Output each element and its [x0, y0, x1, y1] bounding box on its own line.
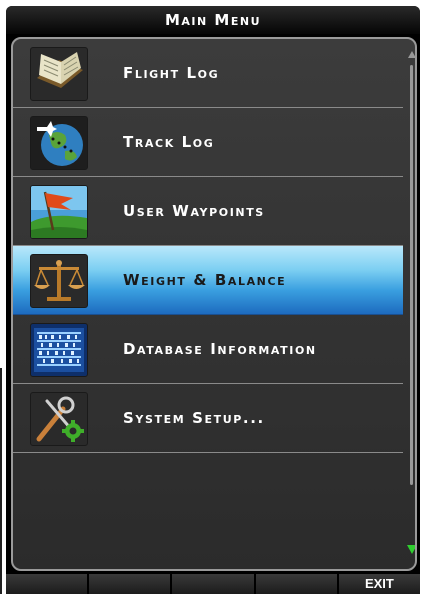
scroll-down-arrow-icon[interactable] [407, 545, 415, 554]
user-waypoints-flag-icon [30, 185, 88, 239]
scrollbar[interactable] [407, 51, 415, 557]
scroll-up-arrow-icon[interactable] [408, 51, 415, 58]
bezel-edge [0, 368, 2, 594]
softkey-bar: EXIT [6, 574, 420, 594]
track-log-globe-icon [30, 116, 88, 170]
database-binary-icon [30, 323, 88, 377]
softkey-2[interactable] [89, 574, 171, 594]
menu-item-weight-balance[interactable]: Weight & Balance [13, 246, 403, 315]
menu-item-system-setup[interactable]: System Setup... [13, 384, 403, 453]
mfd-screen: Main Menu Flight Log Track Log User Wayp… [6, 6, 420, 594]
menu-item-label: System Setup... [123, 409, 265, 427]
softkey-1[interactable] [6, 574, 88, 594]
scroll-track[interactable] [410, 65, 413, 485]
exit-softkey[interactable]: EXIT [338, 574, 420, 594]
menu-item-label: Track Log [123, 133, 215, 151]
weight-balance-scale-icon [30, 254, 88, 308]
menu-item-label: Database Information [123, 340, 317, 358]
menu-item-track-log[interactable]: Track Log [13, 108, 403, 177]
page-title: Main Menu [6, 6, 420, 34]
menu-item-user-waypoints[interactable]: User Waypoints [13, 177, 403, 246]
main-menu-list: Flight Log Track Log User Waypoints Weig… [11, 37, 417, 571]
menu-item-label: Weight & Balance [123, 271, 287, 289]
softkey-3[interactable] [172, 574, 254, 594]
menu-item-label: User Waypoints [123, 202, 265, 220]
menu-item-database-information[interactable]: Database Information [13, 315, 403, 384]
menu-item-label: Flight Log [123, 64, 220, 82]
flight-log-book-icon [30, 47, 88, 101]
system-setup-tools-icon [30, 392, 88, 446]
softkey-4[interactable] [255, 574, 337, 594]
menu-item-flight-log[interactable]: Flight Log [13, 39, 403, 108]
